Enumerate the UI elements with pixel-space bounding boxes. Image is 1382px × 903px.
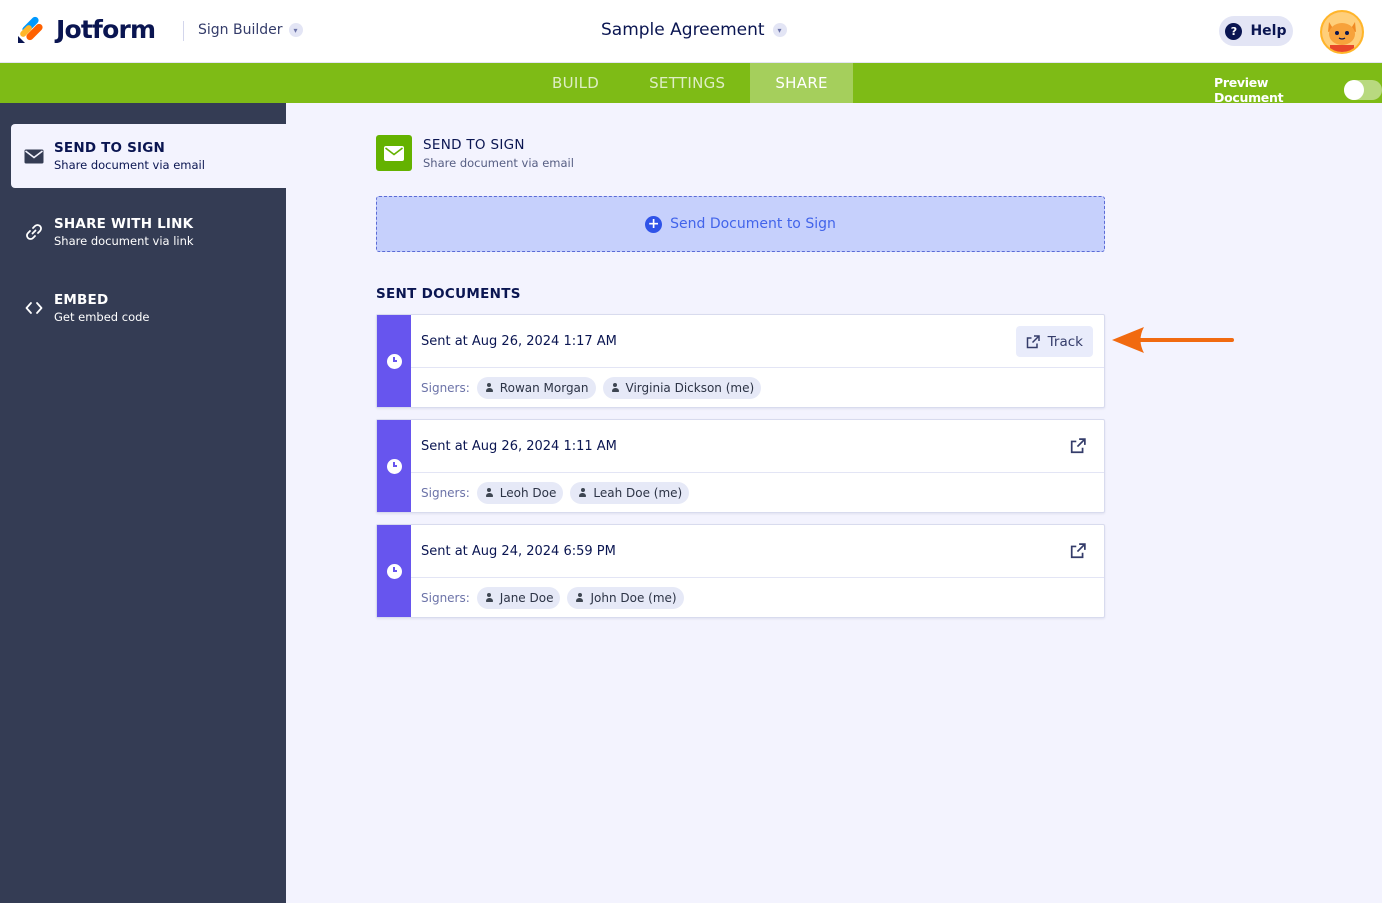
section-text: SEND TO SIGN Share document via email xyxy=(423,137,574,170)
envelope-icon xyxy=(376,135,412,171)
sidebar-item-title: EMBED xyxy=(54,292,109,308)
external-link-icon[interactable] xyxy=(1070,543,1086,559)
sidebar-item-text: SHARE WITH LINK Share document via link xyxy=(54,216,194,248)
share-sidebar: SEND TO SIGN Share document via email SH… xyxy=(0,103,286,903)
sent-date: Sent at Aug 24, 2024 6:59 PM xyxy=(421,544,616,559)
section-header: SEND TO SIGN Share document via email xyxy=(376,135,574,171)
link-icon xyxy=(24,223,44,241)
person-icon xyxy=(485,593,494,603)
signer-name: Leoh Doe xyxy=(499,486,557,500)
builder-navbar: BUILD SETTINGS SHARE Preview Document xyxy=(0,63,1382,105)
sidebar-item-share-with-link[interactable]: SHARE WITH LINK Share document via link xyxy=(11,200,286,264)
help-button[interactable]: ? Help xyxy=(1219,16,1293,46)
sidebar-item-title: SHARE WITH LINK xyxy=(54,216,194,232)
track-button[interactable]: Track xyxy=(1015,326,1093,357)
document-header: Sent at Aug 24, 2024 6:59 PM xyxy=(411,525,1104,578)
signer-chip: Rowan Morgan xyxy=(476,377,596,399)
tab-settings[interactable]: SETTINGS xyxy=(624,63,750,103)
signer-name: Leah Doe (me) xyxy=(593,486,683,500)
builder-tabs: BUILD SETTINGS SHARE xyxy=(527,63,853,103)
tab-build[interactable]: BUILD xyxy=(527,63,624,103)
document-header: Sent at Aug 26, 2024 1:11 AM xyxy=(411,420,1104,473)
plus-icon: + xyxy=(645,215,663,233)
jotform-logo[interactable]: Jotform xyxy=(17,14,156,44)
sidebar-item-subtitle: Share document via email xyxy=(54,158,205,172)
code-icon xyxy=(24,299,44,317)
person-icon xyxy=(575,593,584,603)
chevron-down-icon: ▾ xyxy=(772,23,787,37)
pending-status-strip xyxy=(377,420,411,512)
signers-label: Signers: xyxy=(421,591,470,605)
sent-document-card: Sent at Aug 26, 2024 1:11 AM Signers: Le… xyxy=(376,419,1105,513)
clock-icon xyxy=(386,458,402,474)
signers-row: Signers: Jane Doe John Doe (me) xyxy=(421,587,684,609)
document-title: Sample Agreement xyxy=(601,20,765,40)
signers-label: Signers: xyxy=(421,486,470,500)
send-document-label: Send Document to Sign xyxy=(670,216,836,232)
clock-icon xyxy=(386,563,402,579)
signer-chip: Virginia Dickson (me) xyxy=(602,377,762,399)
pending-status-strip xyxy=(377,315,411,407)
signer-name: Jane Doe xyxy=(499,591,554,605)
send-document-button[interactable]: + Send Document to Sign xyxy=(376,196,1105,252)
user-avatar-icon xyxy=(1322,12,1362,52)
person-icon xyxy=(611,383,620,393)
person-icon xyxy=(578,488,587,498)
signer-name: Virginia Dickson (me) xyxy=(625,381,755,395)
product-switcher[interactable]: Sign Builder ▾ xyxy=(198,22,303,38)
person-icon xyxy=(485,383,494,393)
tab-share[interactable]: SHARE xyxy=(750,63,853,103)
person-icon xyxy=(485,488,494,498)
envelope-icon xyxy=(24,147,44,165)
signer-name: Rowan Morgan xyxy=(499,381,589,395)
toggle-knob xyxy=(1343,79,1364,100)
product-name: Sign Builder xyxy=(198,22,283,38)
pending-status-strip xyxy=(377,525,411,617)
external-link-icon[interactable] xyxy=(1070,438,1086,454)
sidebar-item-embed[interactable]: EMBED Get embed code xyxy=(11,276,286,340)
brand-name: Jotform xyxy=(56,14,156,44)
clock-icon xyxy=(386,353,402,369)
signer-chip: Leoh Doe xyxy=(476,482,564,504)
top-header: Jotform Sign Builder ▾ Sample Agreement … xyxy=(0,0,1382,63)
external-link-icon xyxy=(1026,334,1040,348)
signers-row: Signers: Leoh Doe Leah Doe (me) xyxy=(421,482,690,504)
section-subtitle: Share document via email xyxy=(423,155,574,170)
sidebar-item-subtitle: Get embed code xyxy=(54,310,150,324)
question-icon: ? xyxy=(1225,22,1243,40)
section-title: SEND TO SIGN xyxy=(423,136,525,153)
sent-document-card: Sent at Aug 24, 2024 6:59 PM Signers: Ja… xyxy=(376,524,1105,618)
signer-chip: John Doe (me) xyxy=(567,587,684,609)
chevron-down-icon: ▾ xyxy=(288,23,303,37)
sidebar-item-title: SEND TO SIGN xyxy=(54,140,166,156)
preview-label: Preview Document xyxy=(1214,75,1284,105)
sidebar-item-text: EMBED Get embed code xyxy=(54,292,150,324)
sidebar-item-subtitle: Share document via link xyxy=(54,234,194,248)
track-label: Track xyxy=(1047,333,1083,350)
sent-date: Sent at Aug 26, 2024 1:17 AM xyxy=(421,334,617,349)
annotation-arrow-icon xyxy=(1112,327,1234,353)
help-label: Help xyxy=(1250,23,1287,39)
document-title-dropdown[interactable]: Sample Agreement ▾ xyxy=(601,20,787,40)
sidebar-item-text: SEND TO SIGN Share document via email xyxy=(54,140,205,172)
sent-date: Sent at Aug 26, 2024 1:11 AM xyxy=(421,439,617,454)
header-divider xyxy=(183,21,184,41)
user-avatar[interactable] xyxy=(1320,10,1364,54)
jotform-logo-icon xyxy=(17,14,45,44)
preview-toggle[interactable] xyxy=(1343,79,1382,100)
signer-name: John Doe (me) xyxy=(590,591,677,605)
preview-document: Preview Document xyxy=(1214,75,1382,105)
document-header: Sent at Aug 26, 2024 1:17 AM Track xyxy=(411,315,1104,368)
sidebar-item-send-to-sign[interactable]: SEND TO SIGN Share document via email xyxy=(11,124,286,188)
signers-label: Signers: xyxy=(421,381,470,395)
signer-chip: Leah Doe (me) xyxy=(570,482,690,504)
signer-chip: Jane Doe xyxy=(476,587,561,609)
sent-documents-title: SENT DOCUMENTS xyxy=(376,286,521,302)
sent-document-card: Sent at Aug 26, 2024 1:17 AM Track Signe… xyxy=(376,314,1105,408)
signers-row: Signers: Rowan Morgan Virginia Dickson (… xyxy=(421,377,762,399)
